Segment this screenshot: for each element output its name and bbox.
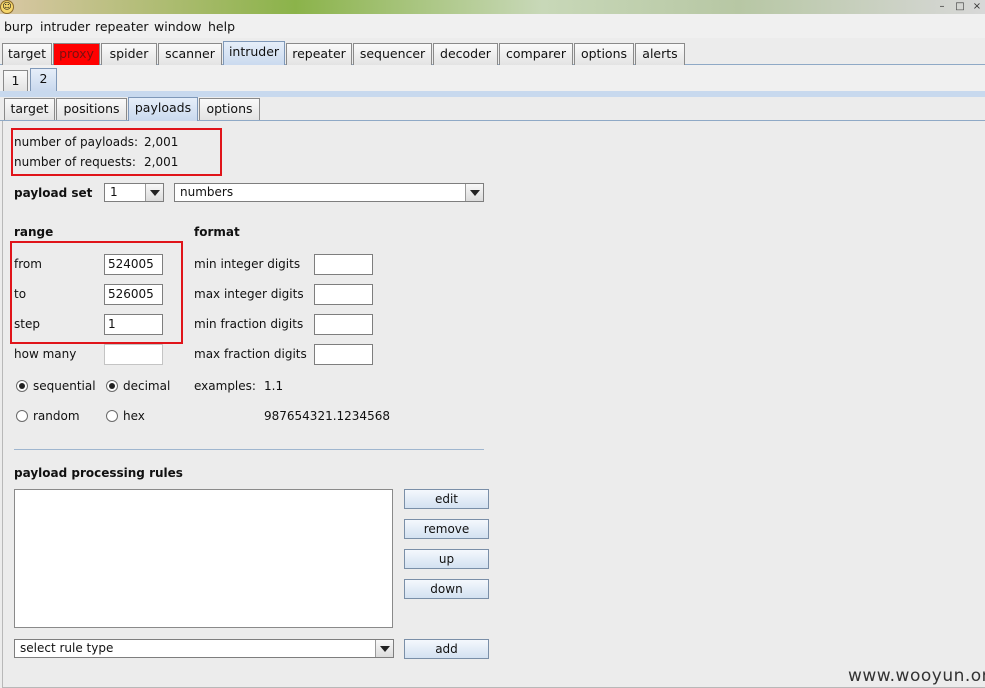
sequential-radio[interactable] xyxy=(16,380,28,392)
payload-count-value: 2,001 xyxy=(144,135,179,149)
minimize-icon[interactable]: – xyxy=(934,0,950,14)
section-divider xyxy=(14,449,484,450)
range-heading: range xyxy=(14,225,54,239)
to-field[interactable]: 526005 xyxy=(104,284,163,305)
chevron-down-icon[interactable] xyxy=(375,640,393,657)
subtab-positions[interactable]: positions xyxy=(56,98,127,120)
tab-decoder[interactable]: decoder xyxy=(433,43,498,65)
attack-tab-2[interactable]: 2 xyxy=(30,68,57,91)
add-rule-button[interactable]: add xyxy=(404,639,489,659)
payload-type-select[interactable]: numbers xyxy=(174,183,484,202)
max-integer-digits-field[interactable] xyxy=(314,284,373,305)
watermark-text: www.wooyun.org xyxy=(848,666,985,686)
tab-sequencer[interactable]: sequencer xyxy=(353,43,432,65)
tab-spider[interactable]: spider xyxy=(101,43,157,65)
burp-logo-icon: ☺ xyxy=(0,0,14,14)
menu-help[interactable]: help xyxy=(208,19,235,34)
example-value-1: 1.1 xyxy=(264,379,284,393)
tab-target[interactable]: target xyxy=(2,43,52,65)
tab-options[interactable]: options xyxy=(574,43,634,65)
chevron-down-icon[interactable] xyxy=(465,184,483,201)
max-fraction-digits-label: max fraction digits xyxy=(194,347,307,361)
format-heading: format xyxy=(194,225,240,239)
min-integer-digits-field[interactable] xyxy=(314,254,373,275)
menu-intruder[interactable]: intruder xyxy=(40,19,90,34)
to-label: to xyxy=(14,287,27,301)
tab-scanner[interactable]: scanner xyxy=(158,43,222,65)
menu-bar: burp intruder repeater window help xyxy=(0,14,985,38)
payload-set-label: payload set xyxy=(14,186,93,200)
decimal-radio[interactable] xyxy=(106,380,118,392)
edit-rule-button[interactable]: edit xyxy=(404,489,489,509)
random-label: random xyxy=(33,409,80,423)
examples-label: examples: xyxy=(194,379,256,393)
from-field[interactable]: 524005 xyxy=(104,254,163,275)
how-many-label: how many xyxy=(14,347,77,361)
request-count-value: 2,001 xyxy=(144,155,179,169)
tab-alerts[interactable]: alerts xyxy=(635,43,685,65)
close-icon[interactable]: × xyxy=(969,0,985,14)
tab-repeater[interactable]: repeater xyxy=(286,43,352,65)
intruder-sub-tab-bar: target positions payloads options xyxy=(0,97,985,121)
min-fraction-digits-label: min fraction digits xyxy=(194,317,304,331)
main-tab-bar: target proxy spider scanner intruder rep… xyxy=(0,40,985,66)
hex-label: hex xyxy=(123,409,145,423)
attack-tab-bar: 1 2 xyxy=(0,65,985,91)
move-down-button[interactable]: down xyxy=(404,579,489,599)
menu-burp[interactable]: burp xyxy=(4,19,33,34)
chevron-down-icon[interactable] xyxy=(145,184,163,201)
processing-rules-heading: payload processing rules xyxy=(14,466,183,480)
maximize-icon[interactable]: □ xyxy=(952,0,968,14)
step-field[interactable]: 1 xyxy=(104,314,163,335)
how-many-field[interactable] xyxy=(104,344,163,365)
tab-proxy[interactable]: proxy xyxy=(53,43,100,65)
min-fraction-digits-field[interactable] xyxy=(314,314,373,335)
payload-type-value: numbers xyxy=(180,185,234,199)
subtab-options[interactable]: options xyxy=(199,98,260,120)
move-up-button[interactable]: up xyxy=(404,549,489,569)
payload-set-value: 1 xyxy=(110,185,118,199)
decimal-label: decimal xyxy=(123,379,171,393)
payload-set-select[interactable]: 1 xyxy=(104,183,164,202)
min-integer-digits-label: min integer digits xyxy=(194,257,301,271)
from-label: from xyxy=(14,257,42,271)
random-radio[interactable] xyxy=(16,410,28,422)
processing-rules-list[interactable] xyxy=(14,489,393,628)
payload-count-label: number of payloads: xyxy=(14,135,139,149)
menu-repeater[interactable]: repeater xyxy=(95,19,149,34)
max-fraction-digits-field[interactable] xyxy=(314,344,373,365)
remove-rule-button[interactable]: remove xyxy=(404,519,489,539)
sequential-label: sequential xyxy=(33,379,96,393)
tab-comparer[interactable]: comparer xyxy=(499,43,573,65)
subtab-target[interactable]: target xyxy=(4,98,55,120)
max-integer-digits-label: max integer digits xyxy=(194,287,304,301)
tab-intruder[interactable]: intruder xyxy=(223,41,285,66)
step-label: step xyxy=(14,317,40,331)
window-title-strip: ☺ – □ × xyxy=(0,0,985,14)
menu-window[interactable]: window xyxy=(154,19,201,34)
example-value-2: 987654321.1234568 xyxy=(264,409,390,423)
attack-tab-1[interactable]: 1 xyxy=(3,70,28,91)
request-count-label: number of requests: xyxy=(14,155,136,169)
hex-radio[interactable] xyxy=(106,410,118,422)
rule-type-value: select rule type xyxy=(20,641,114,655)
rule-type-select[interactable]: select rule type xyxy=(14,639,394,658)
subtab-payloads[interactable]: payloads xyxy=(128,97,198,121)
